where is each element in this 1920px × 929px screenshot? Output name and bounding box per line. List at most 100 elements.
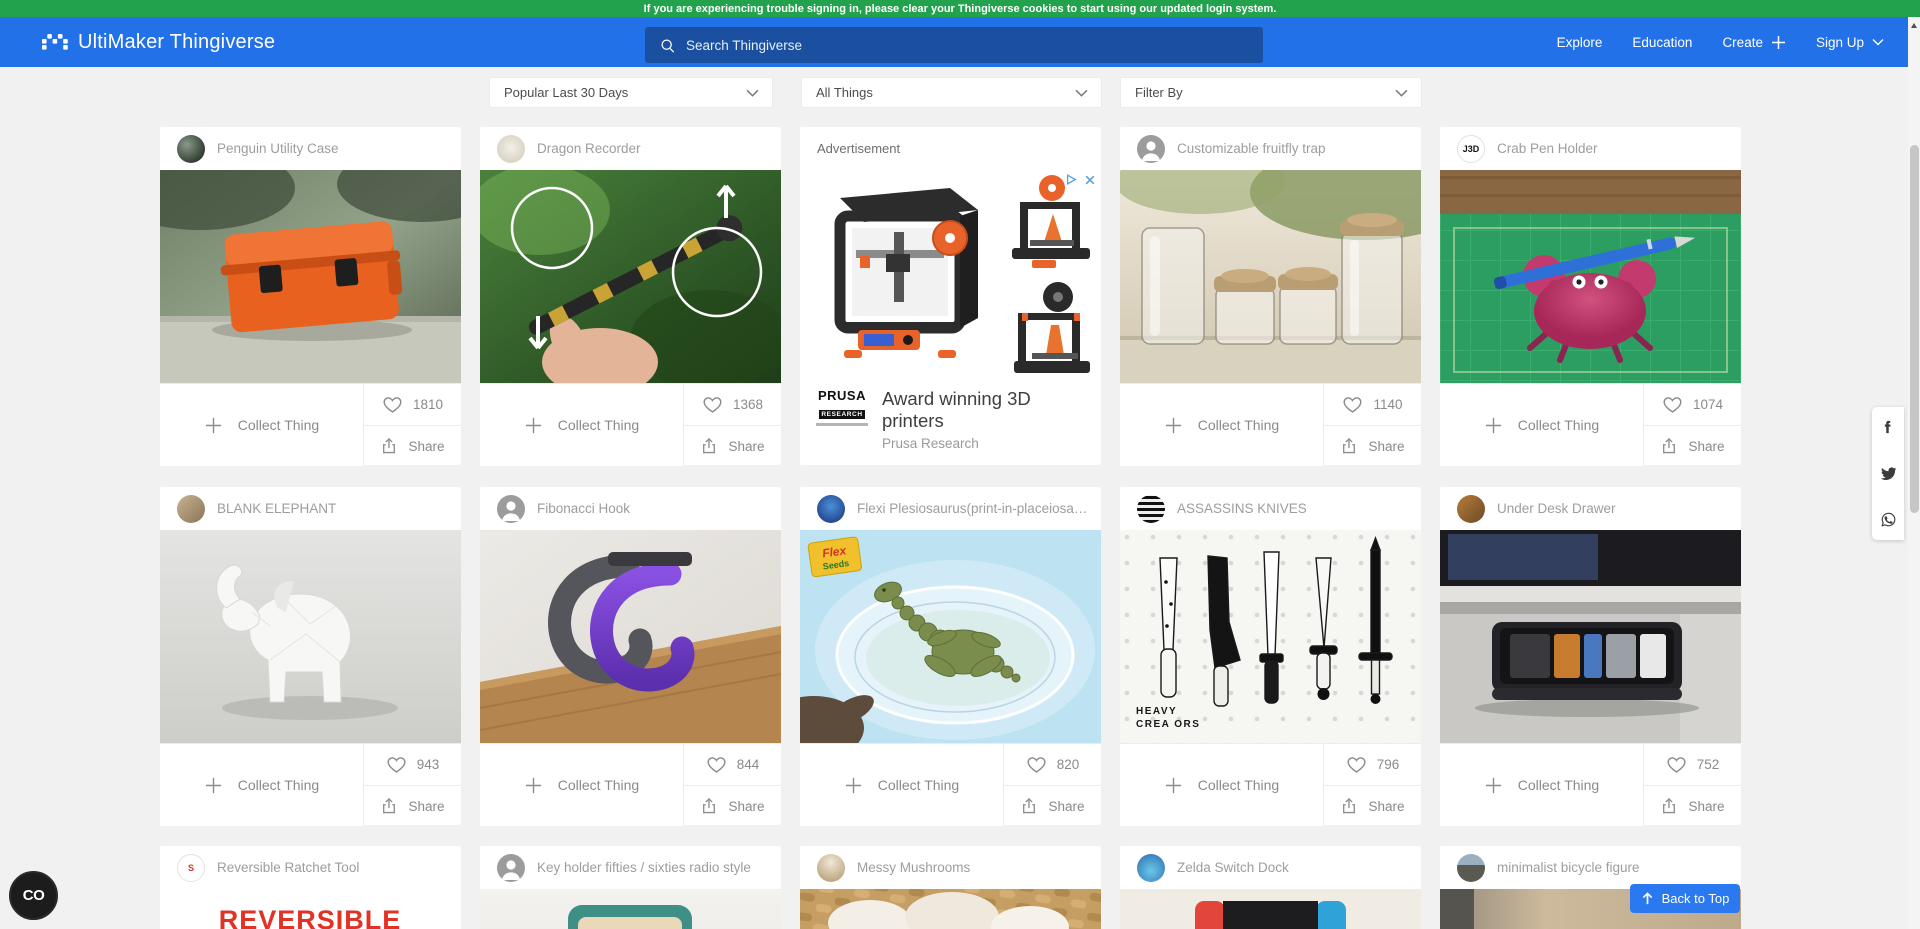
scrollbar-up-arrow-icon[interactable] (1911, 23, 1917, 28)
heart-icon (1666, 755, 1687, 774)
share-button[interactable]: Share (1324, 425, 1421, 466)
thing-title[interactable]: Messy Mushrooms (857, 860, 970, 875)
adchoices-icon[interactable] (1065, 173, 1078, 186)
share-button[interactable]: Share (364, 425, 461, 466)
collect-thing-button[interactable]: Collect Thing (480, 744, 684, 826)
designer-avatar[interactable] (817, 854, 845, 882)
thing-image[interactable] (800, 889, 1101, 929)
thing-title[interactable]: Dragon Recorder (537, 141, 641, 156)
thing-image[interactable]: Flex Seeds (800, 530, 1101, 743)
share-button[interactable]: Share (1644, 785, 1741, 826)
filter-by-dropdown[interactable]: Filter By (1120, 77, 1422, 108)
ad-image-side-bottom[interactable] (1002, 277, 1101, 383)
like-count-button[interactable]: 796 (1324, 744, 1421, 785)
designer-avatar[interactable] (497, 854, 525, 882)
twitter-icon[interactable] (1880, 465, 1897, 482)
thing-grid-row-3: S Reversible Ratchet Tool REVERSIBLE Col… (160, 846, 1741, 929)
thing-title[interactable]: Fibonacci Hook (537, 501, 630, 516)
thing-title[interactable]: Crab Pen Holder (1497, 141, 1598, 156)
share-button[interactable]: Share (1324, 785, 1421, 826)
thing-title[interactable]: Zelda Switch Dock (1177, 860, 1289, 875)
thing-title[interactable]: BLANK ELEPHANT (217, 501, 336, 516)
designer-avatar[interactable] (177, 495, 205, 523)
like-count-button[interactable]: 844 (684, 744, 781, 785)
designer-avatar[interactable] (1137, 135, 1165, 163)
thing-image[interactable] (1120, 889, 1421, 929)
back-to-top-button[interactable]: Back to Top (1630, 884, 1740, 913)
designer-avatar[interactable] (817, 495, 845, 523)
like-count-button[interactable]: 943 (364, 744, 461, 785)
designer-avatar[interactable] (497, 495, 525, 523)
heart-icon (1026, 755, 1047, 774)
thing-image[interactable] (480, 530, 781, 743)
nav-education[interactable]: Education (1632, 35, 1692, 50)
thing-image[interactable] (1440, 530, 1741, 743)
thing-title[interactable]: Flexi Plesiosaurus(print-in-placeiosauru… (857, 501, 1089, 516)
search-bar[interactable] (645, 27, 1263, 63)
designer-avatar[interactable] (1457, 495, 1485, 523)
collect-thing-button[interactable]: Collect Thing (800, 744, 1004, 826)
designer-avatar[interactable] (497, 135, 525, 163)
share-button[interactable]: Share (684, 425, 781, 466)
collect-thing-button[interactable]: Collect Thing (1440, 744, 1644, 826)
category-dropdown[interactable]: All Things (801, 77, 1102, 108)
thing-image[interactable] (480, 889, 781, 929)
collect-thing-button[interactable]: Collect Thing (160, 384, 364, 466)
thing-image[interactable]: HEAVY CREA ORS (1120, 530, 1421, 743)
share-button[interactable]: Share (364, 785, 461, 826)
thing-title[interactable]: Key holder fifties / sixties radio style (537, 860, 751, 875)
like-count-button[interactable]: 1368 (684, 384, 781, 425)
thing-image[interactable] (480, 170, 781, 383)
designer-avatar[interactable]: S (177, 854, 205, 882)
whatsapp-icon[interactable] (1880, 511, 1897, 528)
thing-image[interactable] (160, 170, 461, 383)
like-count-button[interactable]: 752 (1644, 744, 1741, 785)
collect-thing-button[interactable]: Collect Thing (480, 384, 684, 466)
advertiser-logo[interactable]: PRUSA RESEARCH (816, 388, 868, 426)
collect-thing-button[interactable]: Collect Thing (160, 744, 364, 826)
designer-avatar[interactable] (1137, 854, 1165, 882)
thing-title[interactable]: Customizable fruitfly trap (1177, 141, 1326, 156)
collect-thing-button[interactable]: Collect Thing (1120, 744, 1324, 826)
facebook-icon[interactable] (1880, 419, 1896, 435)
cookie-consent-button[interactable]: CO (9, 871, 58, 920)
thing-image[interactable] (1440, 170, 1741, 383)
signin-notice-text: If you are experiencing trouble signing … (644, 3, 1277, 15)
like-count-button[interactable]: 1140 (1324, 384, 1421, 425)
collect-thing-button[interactable]: Collect Thing (1120, 384, 1324, 466)
like-count-button[interactable]: 1810 (364, 384, 461, 425)
designer-avatar[interactable] (1457, 854, 1485, 882)
share-button[interactable]: Share (684, 785, 781, 826)
like-count-button[interactable]: 820 (1004, 744, 1101, 785)
collect-thing-button[interactable]: Collect Thing (1440, 384, 1644, 466)
search-input[interactable] (686, 38, 1248, 53)
thing-image[interactable]: REVERSIBLE (160, 889, 461, 929)
ad-close-icon[interactable] (1084, 174, 1096, 186)
heart-icon (1662, 395, 1683, 414)
thingiverse-logo[interactable]: UltiMaker Thingiverse (42, 17, 275, 67)
nav-explore[interactable]: Explore (1557, 35, 1603, 50)
ad-image-main[interactable] (800, 170, 999, 383)
thing-image[interactable] (160, 530, 461, 743)
thing-title[interactable]: Under Desk Drawer (1497, 501, 1616, 516)
thing-title[interactable]: ASSASSINS KNIVES (1177, 501, 1307, 516)
chevron-down-icon (1075, 89, 1088, 97)
scrollbar-thumb[interactable] (1910, 145, 1919, 513)
designer-avatar[interactable]: J3D (1457, 135, 1485, 163)
designer-avatar[interactable] (177, 135, 205, 163)
heart-icon (386, 755, 407, 774)
share-button[interactable]: Share (1644, 425, 1741, 466)
ad-title[interactable]: Award winning 3D printers (882, 388, 1087, 432)
sort-dropdown[interactable]: Popular Last 30 Days (489, 77, 773, 108)
thing-title[interactable]: minimalist bicycle figure (1497, 860, 1640, 875)
page-scrollbar[interactable] (1908, 17, 1920, 929)
thing-title[interactable]: Penguin Utility Case (217, 141, 339, 156)
ad-media[interactable] (800, 170, 1101, 383)
designer-avatar[interactable] (1137, 495, 1165, 523)
like-count-button[interactable]: 1074 (1644, 384, 1741, 425)
thing-title[interactable]: Reversible Ratchet Tool (217, 860, 359, 875)
share-button[interactable]: Share (1004, 785, 1101, 826)
thing-image[interactable] (1120, 170, 1421, 383)
nav-create[interactable]: Create (1722, 35, 1786, 50)
nav-signup[interactable]: Sign Up (1816, 35, 1884, 50)
